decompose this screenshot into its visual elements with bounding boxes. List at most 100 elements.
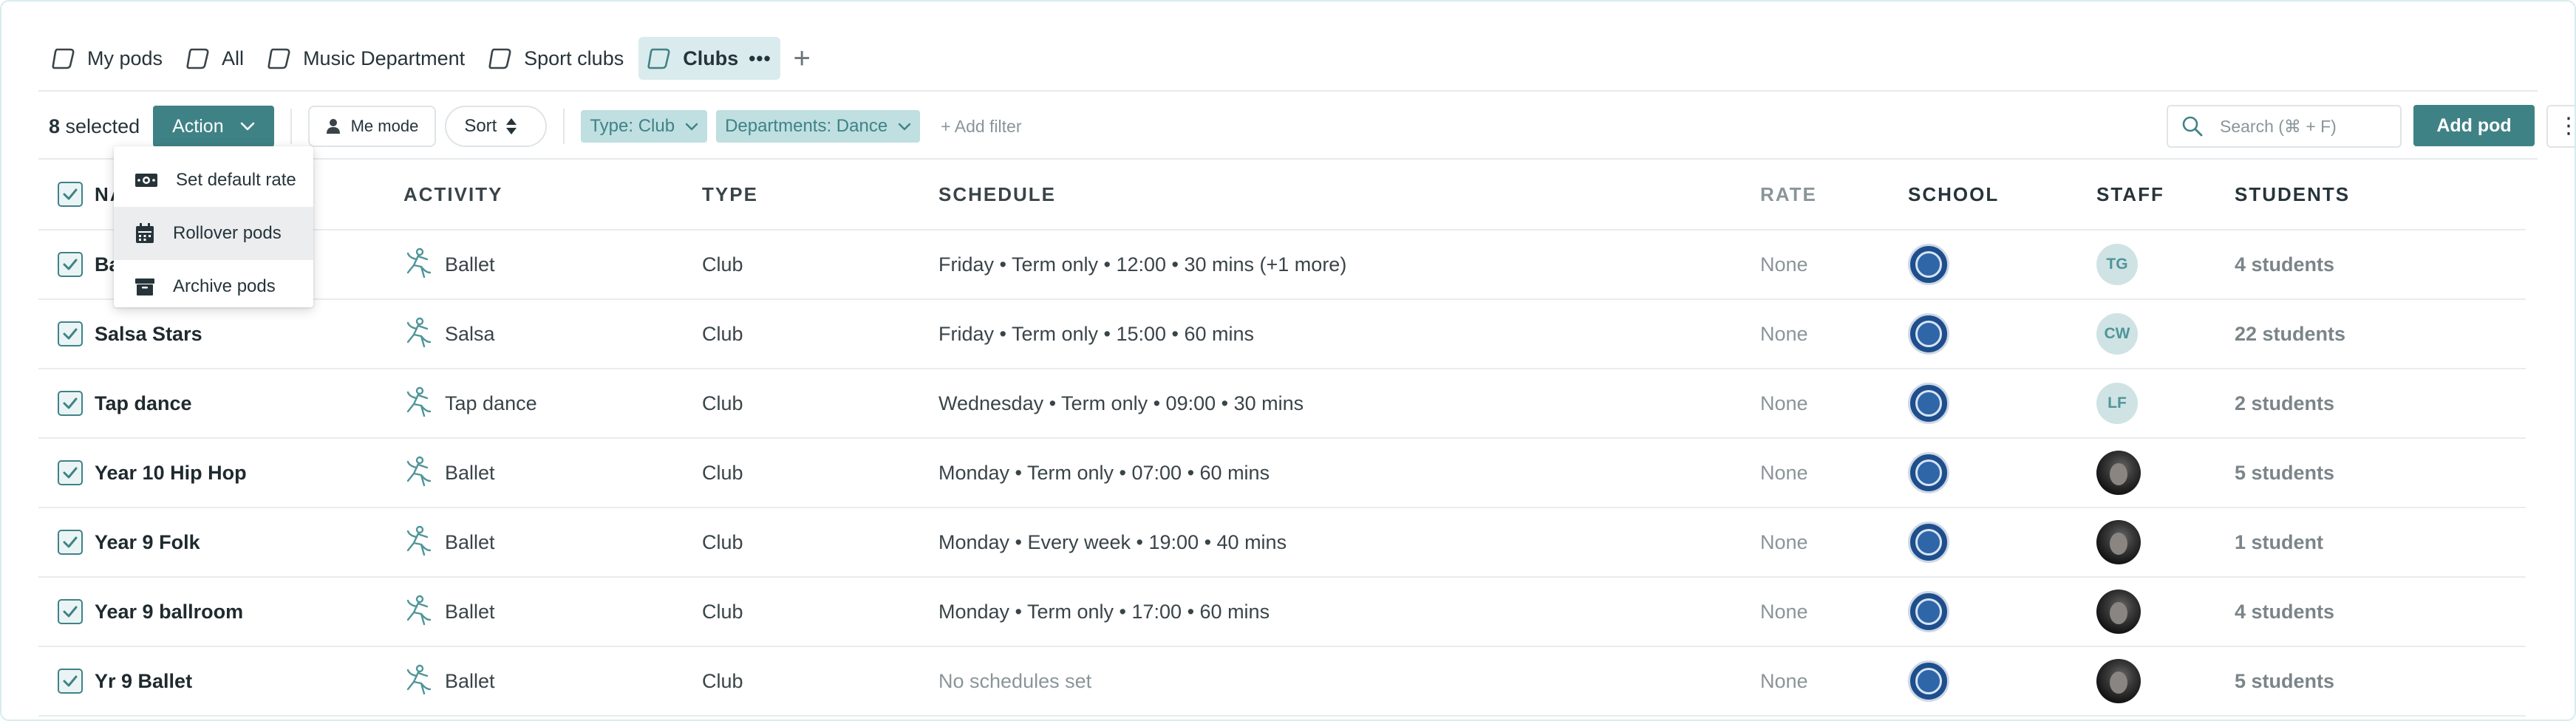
select-all-checkbox[interactable] bbox=[58, 182, 83, 207]
pod-schedule: Friday • Term only • 15:00 • 60 mins bbox=[938, 322, 1255, 345]
pod-icon bbox=[488, 48, 511, 69]
column-header-staff[interactable]: STAFF bbox=[2096, 160, 2164, 229]
staff-avatar bbox=[2096, 520, 2141, 564]
row-checkbox[interactable] bbox=[58, 599, 83, 624]
pod-icon bbox=[186, 48, 209, 69]
row-checkbox[interactable] bbox=[58, 391, 83, 416]
school-logo-icon bbox=[1908, 452, 1949, 493]
row-checkbox[interactable] bbox=[58, 252, 83, 277]
checkmark-icon bbox=[63, 259, 78, 270]
pod-icon bbox=[52, 48, 75, 69]
column-header-rate[interactable]: RATE bbox=[1760, 160, 1817, 229]
pod-students[interactable]: 2 students bbox=[2235, 369, 2334, 437]
add-pod-button[interactable]: Add pod bbox=[2413, 105, 2535, 146]
row-checkbox[interactable] bbox=[58, 530, 83, 555]
pod-rate: None bbox=[1760, 530, 1808, 553]
pod-school bbox=[1908, 369, 1949, 437]
school-logo-icon bbox=[1908, 383, 1949, 424]
table-row[interactable]: Salsa Stars Salsa Club Friday • Term only •… bbox=[38, 300, 2526, 369]
divider bbox=[563, 109, 565, 144]
checkmark-icon bbox=[63, 188, 78, 200]
row-checkbox[interactable] bbox=[58, 669, 83, 694]
table-row[interactable]: Year 9 Folk Ballet Club Monday • Every week… bbox=[38, 508, 2526, 578]
pod-students[interactable]: 4 students bbox=[2235, 230, 2334, 298]
menu-item-archive-pods[interactable]: Archive pods bbox=[114, 260, 313, 313]
selected-count: 8 selected bbox=[49, 115, 140, 137]
pod-name[interactable]: Yr 9 Ballet bbox=[95, 647, 192, 715]
pod-type: Club bbox=[702, 322, 743, 345]
pod-school bbox=[1908, 439, 1949, 507]
table-row[interactable]: Tap dance Tap dance Club Wednesday • Term o… bbox=[38, 369, 2526, 439]
pod-type: Club bbox=[702, 392, 743, 414]
chevron-down-icon bbox=[898, 123, 911, 130]
filter-chip-departments[interactable]: Departments: Dance bbox=[716, 110, 921, 143]
search-input[interactable]: Search (⌘ + F) bbox=[2167, 105, 2402, 148]
search-icon bbox=[2182, 116, 2203, 137]
pod-schedule: No schedules set bbox=[938, 669, 1092, 692]
toolbar: 8 selected Action Me mode Sort Type: Clu… bbox=[49, 105, 2576, 148]
person-icon bbox=[326, 119, 340, 134]
staff-avatar: CW bbox=[2096, 313, 2138, 355]
menu-item-rollover-pods[interactable]: Rollover pods bbox=[114, 207, 313, 260]
tab-label: My pods bbox=[87, 47, 163, 69]
action-label: Action bbox=[172, 115, 224, 137]
checkmark-icon bbox=[63, 328, 78, 340]
column-header-type[interactable]: TYPE bbox=[702, 160, 758, 229]
tab-music-department[interactable]: Music Department bbox=[259, 37, 480, 80]
row-checkbox[interactable] bbox=[58, 321, 83, 346]
school-logo-icon bbox=[1908, 660, 1949, 702]
pod-activity: Ballet bbox=[403, 578, 495, 646]
table-header: NAME ACTIVITY TYPE SCHEDULE RATE SCHOOL … bbox=[38, 160, 2526, 230]
tab-sport-clubs[interactable]: Sport clubs bbox=[480, 37, 638, 80]
pod-students[interactable]: 22 students bbox=[2235, 300, 2345, 368]
pod-name[interactable]: Tap dance bbox=[95, 369, 192, 437]
action-button[interactable]: Action bbox=[153, 106, 274, 147]
pod-name[interactable]: Year 9 ballroom bbox=[95, 578, 243, 646]
table-row[interactable]: Year 10 Hip Hop Ballet Club Monday • Term o… bbox=[38, 439, 2526, 508]
pod-type: Club bbox=[702, 530, 743, 553]
filter-chip-type[interactable]: Type: Club bbox=[581, 110, 708, 143]
pod-name[interactable]: Year 10 Hip Hop bbox=[95, 439, 247, 507]
pod-name[interactable]: Year 9 Folk bbox=[95, 508, 200, 576]
more-options-icon[interactable]: ⋮ bbox=[2546, 105, 2576, 148]
sort-button[interactable]: Sort bbox=[445, 106, 548, 147]
staff-avatar: LF bbox=[2096, 383, 2138, 424]
pod-staff bbox=[2096, 439, 2141, 507]
pod-students[interactable]: 5 students bbox=[2235, 439, 2334, 507]
column-header-activity[interactable]: ACTIVITY bbox=[403, 160, 502, 229]
pod-rate: None bbox=[1760, 669, 1808, 692]
table-row[interactable]: Yr 9 Ballet Ballet Club No schedules set Non… bbox=[38, 647, 2526, 717]
pod-schedule: Monday • Every week • 19:00 • 40 mins bbox=[938, 530, 1287, 553]
tab-clubs[interactable]: Clubs ••• bbox=[638, 37, 780, 80]
dance-activity-icon bbox=[406, 664, 432, 695]
pod-school bbox=[1908, 508, 1949, 576]
action-menu: Set default rate Rollover pods Archive p… bbox=[114, 146, 313, 307]
pods-table: NAME ACTIVITY TYPE SCHEDULE RATE SCHOOL … bbox=[38, 160, 2526, 717]
me-mode-button[interactable]: Me mode bbox=[307, 106, 437, 147]
add-filter-button[interactable]: + Add filter bbox=[941, 117, 1021, 137]
pod-students[interactable]: 1 student bbox=[2235, 508, 2323, 576]
tab-label: All bbox=[222, 47, 245, 69]
tab-label: Sport clubs bbox=[524, 47, 624, 69]
pod-students[interactable]: 5 students bbox=[2235, 647, 2334, 715]
tab-more-icon[interactable]: ••• bbox=[749, 47, 771, 70]
pod-schedule: Monday • Term only • 07:00 • 60 mins bbox=[938, 461, 1270, 484]
pod-icon bbox=[268, 48, 290, 69]
pod-students[interactable]: 4 students bbox=[2235, 578, 2334, 646]
column-header-school[interactable]: SCHOOL bbox=[1908, 160, 1999, 229]
pod-activity: Ballet bbox=[403, 647, 495, 715]
column-header-schedule[interactable]: SCHEDULE bbox=[938, 160, 1056, 229]
pod-schedule: Monday • Term only • 17:00 • 60 mins bbox=[938, 600, 1270, 623]
add-tab-button[interactable]: + bbox=[794, 44, 811, 73]
table-row[interactable]: BalletBalletClubFriday • Term only • 12:… bbox=[38, 230, 2526, 300]
pod-schedule: Wednesday • Term only • 09:00 • 30 mins bbox=[938, 392, 1304, 414]
tab-all[interactable]: All bbox=[177, 37, 259, 80]
column-header-students[interactable]: STUDENTS bbox=[2235, 160, 2350, 229]
table-row[interactable]: Year 9 ballroom Ballet Club Monday • Term o… bbox=[38, 578, 2526, 647]
pod-staff: LF bbox=[2096, 369, 2138, 437]
tab-my-pods[interactable]: My pods bbox=[43, 37, 177, 80]
row-checkbox[interactable] bbox=[58, 460, 83, 485]
pod-type: Club bbox=[702, 600, 743, 623]
pod-staff bbox=[2096, 508, 2141, 576]
menu-item-set-default-rate[interactable]: Set default rate bbox=[114, 154, 313, 207]
